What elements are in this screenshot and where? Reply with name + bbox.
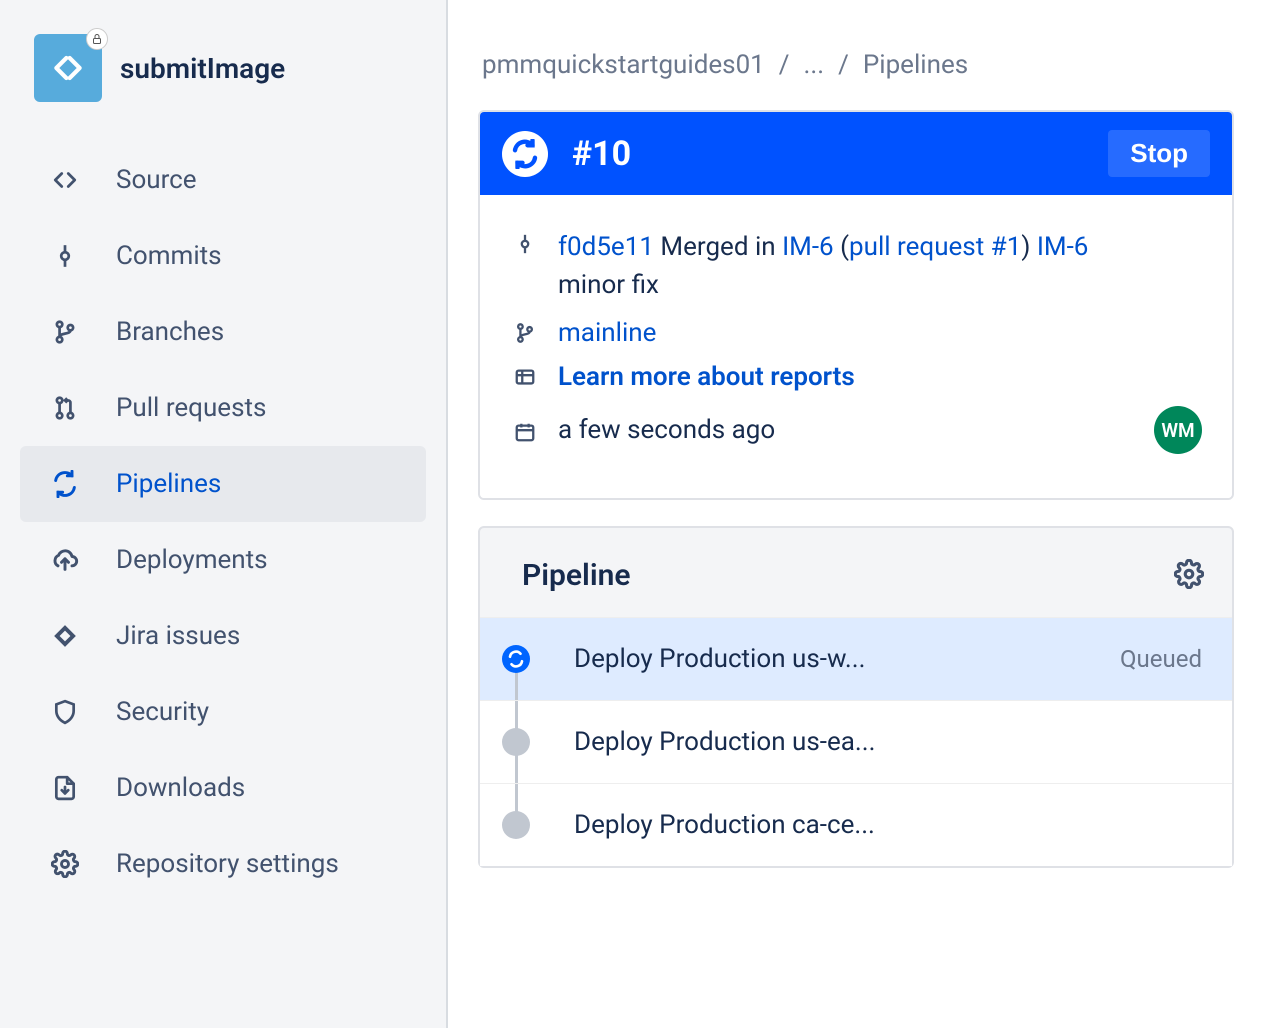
branch-link[interactable]: mainline [558, 318, 656, 348]
sidebar-item-label: Source [116, 165, 197, 195]
commit-text: f0d5e11 Merged in IM-6 (pull request #1)… [558, 229, 1088, 304]
issue-link[interactable]: IM-6 [1037, 232, 1089, 262]
breadcrumb: pmmquickstartguides01 / ... / Pipelines [478, 50, 1234, 80]
pipeline-run-body: f0d5e11 Merged in IM-6 (pull request #1)… [480, 195, 1232, 498]
commit-icon [510, 233, 540, 255]
pipelines-icon [50, 470, 80, 498]
stop-button[interactable]: Stop [1108, 130, 1210, 177]
cloud-upload-icon [50, 546, 80, 574]
time-info-row: a few seconds ago WM [510, 406, 1202, 454]
sidebar-item-label: Commits [116, 241, 222, 271]
jira-icon [50, 623, 80, 649]
pipeline-steps-panel: Pipeline Deploy Production us-w... Queue… [478, 526, 1234, 868]
main-content: pmmquickstartguides01 / ... / Pipelines … [448, 0, 1264, 1028]
repo-header: submitImage [20, 34, 426, 142]
issue-link[interactable]: IM-6 [782, 232, 834, 262]
commit-hash-link[interactable]: f0d5e11 [558, 232, 654, 262]
pipeline-step-label: Deploy Production us-w... [574, 644, 1080, 674]
code-icon [50, 167, 80, 193]
sidebar-item-security[interactable]: Security [20, 674, 426, 750]
pull-request-link[interactable]: pull request #1 [849, 232, 1021, 262]
sidebar-item-label: Security [116, 697, 209, 727]
pending-icon [502, 811, 530, 839]
reports-link[interactable]: Learn more about reports [558, 362, 855, 392]
sidebar-item-label: Pull requests [116, 393, 266, 423]
branch-icon [510, 322, 540, 344]
time-text: a few seconds ago [558, 415, 775, 445]
breadcrumb-current[interactable]: Pipelines [863, 50, 968, 80]
reports-icon [510, 366, 540, 388]
sidebar-item-commits[interactable]: Commits [20, 218, 426, 294]
pipeline-step-label: Deploy Production us-ea... [574, 727, 1202, 757]
sidebar-item-source[interactable]: Source [20, 142, 426, 218]
gear-icon [50, 850, 80, 878]
pipeline-step-label: Deploy Production ca-ce... [574, 810, 1202, 840]
sidebar-item-pipelines[interactable]: Pipelines [20, 446, 426, 522]
sidebar-item-label: Downloads [116, 773, 245, 803]
breadcrumb-ellipsis[interactable]: ... [804, 50, 825, 80]
sidebar-item-label: Repository settings [116, 849, 339, 879]
sidebar-item-branches[interactable]: Branches [20, 294, 426, 370]
pipeline-run-header: #10 Stop [480, 112, 1232, 195]
pipeline-run-card: #10 Stop f0d5e11 Merged in IM-6 (pull re… [478, 110, 1234, 500]
running-icon [502, 645, 530, 673]
shield-icon [50, 699, 80, 725]
calendar-icon [510, 421, 540, 443]
breadcrumb-separator: / [779, 50, 790, 80]
sidebar-item-label: Deployments [116, 545, 268, 575]
lock-icon [86, 28, 108, 50]
sidebar-item-pull-requests[interactable]: Pull requests [20, 370, 426, 446]
sidebar-item-label: Jira issues [116, 621, 240, 651]
repo-title: submitImage [120, 52, 285, 85]
pipeline-steps-list: Deploy Production us-w... Queued Deploy … [480, 617, 1232, 866]
sidebar-item-downloads[interactable]: Downloads [20, 750, 426, 826]
pipeline-step[interactable]: Deploy Production us-w... Queued [480, 618, 1232, 701]
settings-gear-icon[interactable] [1174, 559, 1204, 593]
pipeline-run-number: #10 [572, 134, 631, 174]
breadcrumb-project[interactable]: pmmquickstartguides01 [482, 50, 765, 80]
download-icon [50, 775, 80, 801]
sidebar: submitImage Source Commits Branches Pull… [0, 0, 448, 1028]
sidebar-item-repository-settings[interactable]: Repository settings [20, 826, 426, 902]
reports-info-row: Learn more about reports [510, 362, 1202, 392]
branch-info-row: mainline [510, 318, 1202, 348]
commit-icon [50, 243, 80, 269]
running-spinner-icon [502, 131, 548, 177]
pending-icon [502, 728, 530, 756]
pipeline-step[interactable]: Deploy Production us-ea... [480, 701, 1232, 784]
pipeline-step-status: Queued [1120, 645, 1202, 673]
pull-request-icon [50, 395, 80, 421]
avatar[interactable]: WM [1154, 406, 1202, 454]
commit-info-row: f0d5e11 Merged in IM-6 (pull request #1)… [510, 229, 1202, 304]
pipeline-steps-header: Pipeline [480, 552, 1232, 617]
sidebar-item-deployments[interactable]: Deployments [20, 522, 426, 598]
sidebar-item-label: Branches [116, 317, 224, 347]
pipeline-step[interactable]: Deploy Production ca-ce... [480, 784, 1232, 866]
breadcrumb-separator: / [838, 50, 849, 80]
sidebar-nav: Source Commits Branches Pull requests Pi… [20, 142, 426, 902]
sidebar-item-label: Pipelines [116, 469, 221, 499]
repo-icon [34, 34, 102, 102]
sidebar-item-jira-issues[interactable]: Jira issues [20, 598, 426, 674]
pipeline-steps-title: Pipeline [522, 558, 631, 593]
branch-icon [50, 319, 80, 345]
